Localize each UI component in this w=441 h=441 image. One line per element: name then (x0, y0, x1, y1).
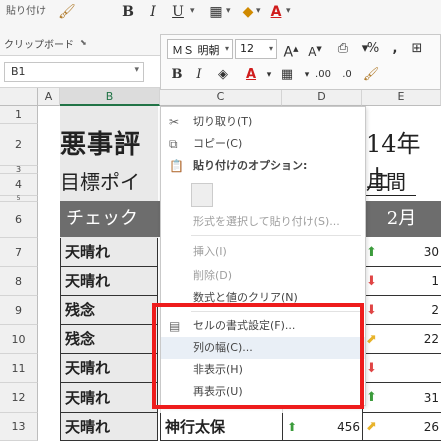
row-label: 天晴れ (60, 238, 158, 267)
row-header-12[interactable]: 12 (0, 383, 38, 413)
scissors-icon: ✂ (169, 115, 180, 129)
decrease-decimal-icon[interactable]: .00 (313, 65, 333, 85)
select-all-corner[interactable] (0, 88, 38, 106)
column-header-c[interactable]: C (160, 88, 282, 106)
score-cell: ⬆ 456 (282, 413, 362, 441)
percent-button[interactable]: % (363, 39, 383, 59)
menu-section-paste-options: 📋 貼り付けのオプション: (161, 155, 365, 177)
borders-dropdown-icon[interactable]: ▾ (226, 6, 231, 16)
shrink-font-button[interactable]: A▼ (305, 39, 325, 59)
arrow-down-icon: ⬇ (366, 303, 377, 318)
name-box-dropdown-icon[interactable]: ▾ (134, 65, 139, 75)
comma-button[interactable]: , (385, 39, 405, 59)
row-label: 天晴れ (60, 383, 158, 413)
font-color-dropdown-icon[interactable]: ▾ (286, 6, 291, 16)
clipboard-launcher-icon[interactable]: ⬊ (80, 38, 87, 47)
grow-font-button[interactable]: A▲ (281, 39, 301, 61)
bold-button[interactable]: B (167, 65, 187, 85)
row-header-6[interactable]: 6 (0, 202, 38, 238)
column-header-d[interactable]: D (282, 88, 362, 106)
paste-label[interactable]: 貼り付け (6, 2, 46, 17)
name-cell: 神行太保 (160, 413, 282, 441)
arrow-down-icon: ⬇ (366, 274, 377, 289)
chevron-down-icon[interactable]: ▾ (225, 44, 229, 53)
fill-color-icon[interactable]: ◈ (213, 65, 233, 85)
underline-button[interactable]: U (168, 2, 188, 22)
borders-icon[interactable]: ▦ (206, 2, 226, 22)
value-cell: ⬆ 30 (362, 238, 441, 267)
borders-icon[interactable]: ▦ (277, 65, 297, 85)
mini-toolbar: ＭＳ 明朝 ▾ 12 ▾ A▲ A▼ ⎙ ▾ % , ⊞ B I ◈ A ▾ ▦ ▾… (160, 34, 441, 90)
format-painter-icon[interactable]: 🖌 (361, 65, 381, 85)
value-cell: ⬈ 26 (362, 413, 441, 441)
row-header-3[interactable]: 3 (0, 166, 38, 174)
menu-item-cut[interactable]: ✂ 切り取り(T) (161, 111, 365, 133)
copy-icon: ⧉ (169, 137, 178, 151)
font-size-select[interactable]: 12 ▾ (235, 39, 277, 59)
font-color-button[interactable]: A (241, 65, 261, 85)
highlight-box (152, 303, 364, 409)
row-label: 残念 (60, 325, 158, 354)
arrow-diagonal-icon: ⬈ (366, 419, 377, 434)
font-name-select[interactable]: ＭＳ 明朝 ▾ (167, 39, 233, 59)
value-cell: ⬇ (362, 354, 441, 383)
row-header-8[interactable]: 8 (0, 267, 38, 296)
italic-button[interactable]: I (143, 2, 163, 22)
row-header-10[interactable]: 10 (0, 325, 38, 354)
row-header-9[interactable]: 9 (0, 296, 38, 325)
menu-item-copy[interactable]: ⧉ コピー(C) (161, 133, 365, 155)
font-color-icon[interactable]: A (266, 2, 286, 22)
sheet-subtitle-right: 月間 (366, 166, 416, 196)
italic-button[interactable]: I (189, 65, 209, 85)
underline-dropdown-icon[interactable]: ▾ (190, 6, 195, 16)
paste-option-icon[interactable] (191, 183, 213, 207)
bold-button[interactable]: B (118, 2, 138, 22)
clipboard-group-label: クリップボード (4, 40, 74, 51)
arrow-up-icon: ⬆ (287, 420, 298, 434)
fill-dropdown-icon[interactable]: ▾ (256, 6, 261, 16)
accounting-format-icon[interactable]: ⎙ (333, 39, 353, 59)
menu-item-insert[interactable]: 挿入(I) (161, 241, 365, 263)
merge-cells-icon[interactable]: ⊞ (407, 39, 427, 59)
row-header-7[interactable]: 7 (0, 238, 38, 267)
row-label: 天晴れ (60, 267, 158, 296)
row-header-2[interactable]: 2 (0, 124, 38, 166)
value-cell: ⬆ 31 (362, 383, 441, 413)
name-box[interactable]: B1 ▾ (4, 62, 144, 82)
menu-item-paste-special[interactable]: 形式を選択して貼り付け(S)... (161, 211, 365, 233)
increase-decimal-icon[interactable]: .0 (337, 65, 357, 85)
row-header-4[interactable]: 4 (0, 174, 38, 196)
column-header-e[interactable]: E (362, 88, 441, 106)
arrow-up-icon: ⬆ (366, 390, 377, 405)
name-box-value: B1 (11, 65, 26, 78)
value-cell: ⬇ 1 (362, 267, 441, 296)
menu-separator (191, 235, 361, 236)
row-header-13[interactable]: 13 (0, 413, 38, 441)
column-header-b[interactable]: B (60, 88, 160, 106)
format-painter-icon[interactable]: 🖌 (58, 4, 76, 20)
arrow-down-icon: ⬇ (366, 361, 377, 376)
row-header-1[interactable]: 1 (0, 106, 38, 124)
row-label: 天晴れ (60, 354, 158, 383)
sheet-title-left: 悪事評 (60, 130, 142, 160)
row-label: 天晴れ (60, 413, 158, 441)
clipboard-icon: 📋 (169, 159, 184, 173)
value-cell: ⬈ 22 (362, 325, 441, 354)
arrow-up-icon: ⬆ (366, 245, 377, 260)
sheet-subtitle-left: 目標ポイ (60, 170, 140, 194)
menu-item-delete[interactable]: 削除(D) (161, 265, 365, 287)
chevron-down-icon[interactable]: ▾ (269, 44, 273, 53)
row-header-11[interactable]: 11 (0, 354, 38, 383)
column-header-a[interactable]: A (38, 88, 60, 106)
value-cell: ⬇ 2 (362, 296, 441, 325)
chevron-down-icon[interactable]: ▾ (259, 65, 279, 85)
row-label: 残念 (60, 296, 158, 325)
check-header: チェック (60, 201, 160, 237)
arrow-diagonal-icon: ⬈ (366, 332, 377, 347)
month-header: 2月 (362, 201, 441, 237)
fill-color-icon[interactable]: ◆ (238, 2, 258, 22)
